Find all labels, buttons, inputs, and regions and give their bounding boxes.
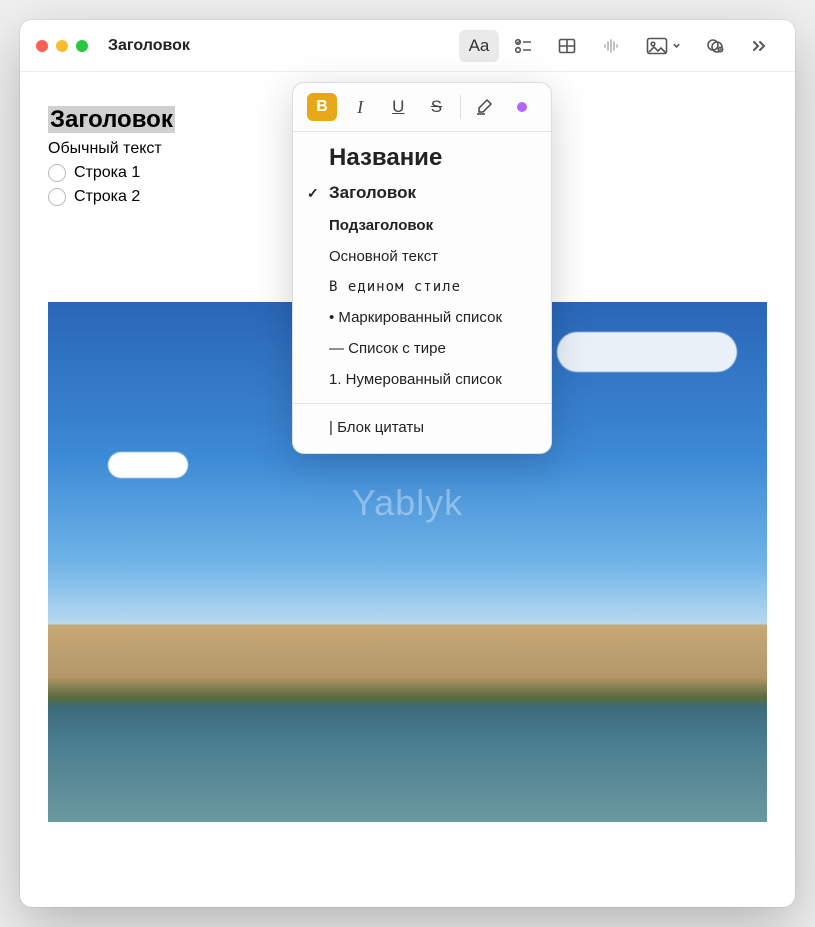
divider [293,131,551,132]
paragraph-style-list: Название ✓ Заголовок Подзаголовок Основн… [293,134,551,401]
checkmark-icon: ✓ [307,185,319,202]
format-button[interactable]: Aa [459,30,499,62]
strikethrough-button[interactable]: S [421,93,451,121]
style-body[interactable]: Основной текст [293,241,551,272]
highlighter-icon [474,97,494,117]
highlight-button[interactable] [469,93,499,121]
close-button[interactable] [36,40,48,52]
window-title: Заголовок [108,37,190,55]
waveform-icon [601,36,621,56]
color-dot-icon [517,102,527,112]
chevron-right-double-icon [750,37,768,55]
app-window: Заголовок Aa [20,20,795,907]
table-icon [557,36,577,56]
media-button[interactable] [635,30,691,62]
photo-icon [646,37,681,55]
inline-format-row: B I U S [293,83,551,129]
bold-button[interactable]: B [307,93,337,121]
underline-button[interactable]: U [383,93,413,121]
table-button[interactable] [547,30,587,62]
lock-icon [705,36,725,56]
chevron-down-icon [672,41,681,50]
zoom-button[interactable] [76,40,88,52]
style-bulleted-list[interactable]: • Маркированный список [293,302,551,333]
checklist-button[interactable] [503,30,543,62]
toolbar: Aa [459,30,779,62]
checklist-label: Строка 1 [74,164,140,182]
checkbox-icon[interactable] [48,188,66,206]
format-popover: B I U S Название ✓ Заголовок [292,82,552,454]
text-color-button[interactable] [507,93,537,121]
window-controls [36,40,88,52]
more-button[interactable] [739,30,779,62]
note-heading[interactable]: Заголовок [48,106,175,133]
style-monostyled[interactable]: В едином стиле [293,272,551,302]
titlebar: Заголовок Aa [20,20,795,72]
lock-button[interactable] [695,30,735,62]
style-blockquote[interactable]: | Блок цитаты [293,412,551,443]
audio-button[interactable] [591,30,631,62]
divider [460,95,461,119]
style-subheading[interactable]: Подзаголовок [293,210,551,241]
checkbox-icon[interactable] [48,164,66,182]
style-dashed-list[interactable]: — Список с тире [293,333,551,364]
checklist-label: Строка 2 [74,188,140,206]
style-numbered-list[interactable]: 1. Нумерованный список [293,364,551,395]
format-icon: Aa [469,36,490,56]
checklist-icon [513,36,533,56]
style-title[interactable]: Название [293,140,551,176]
divider [293,403,551,404]
style-heading[interactable]: ✓ Заголовок [293,176,551,210]
italic-button[interactable]: I [345,93,375,121]
minimize-button[interactable] [56,40,68,52]
